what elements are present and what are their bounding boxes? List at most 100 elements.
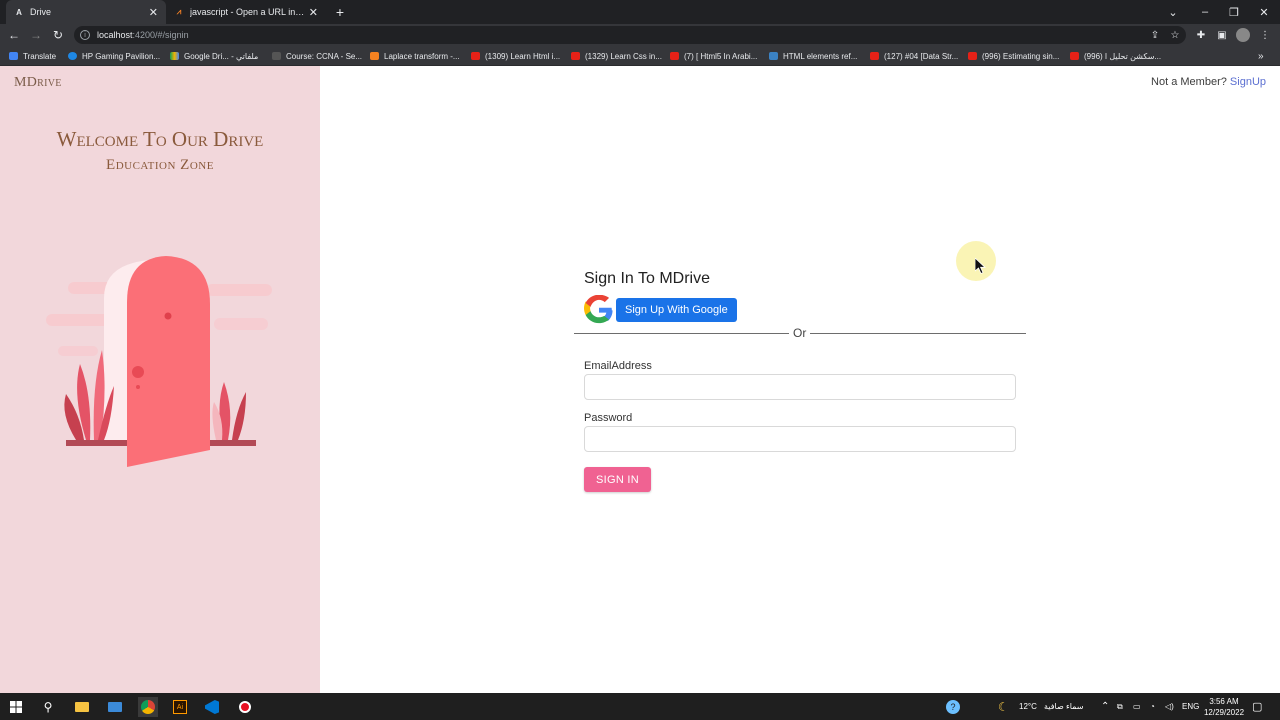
windows-taskbar: ⚲ Ai ? ☾ 12°C سماء صافية ⌃ ⧉ ▭ ◔ ◁) ENG … — [0, 693, 1280, 720]
star-icon[interactable]: ☆ — [1168, 28, 1182, 42]
translate-icon — [9, 52, 18, 60]
angular-icon: A — [16, 7, 22, 17]
minimize-icon[interactable]: – — [1190, 0, 1220, 24]
google-signup-button[interactable]: Sign Up With Google — [616, 298, 737, 322]
bookmark-item[interactable]: (127) #04 [Data Str... — [870, 46, 958, 66]
youtube-icon — [1070, 52, 1079, 60]
divider-line — [810, 333, 1026, 334]
wifi-icon[interactable]: ◔ — [1150, 693, 1155, 720]
or-text: Or — [793, 326, 807, 340]
google-logo-icon[interactable] — [584, 295, 614, 325]
illustrator-icon[interactable]: Ai — [170, 697, 190, 717]
windows-start-icon[interactable] — [6, 697, 26, 717]
window-close-icon[interactable]: ✕ — [1249, 0, 1279, 24]
notification-icon[interactable]: ▢ — [1252, 693, 1262, 720]
reload-icon[interactable]: ↻ — [50, 27, 66, 43]
side-panel-icon[interactable]: ▣ — [1215, 28, 1229, 42]
bookmark-item[interactable]: Google Dri... - ملفاتي — [170, 46, 258, 66]
bookmark-item[interactable]: (996) سكشن تحليل ا... — [1070, 46, 1161, 66]
tray-icon[interactable]: ⧉ — [1117, 693, 1123, 720]
chrome-icon[interactable] — [138, 697, 158, 717]
info-icon[interactable]: i — [80, 30, 90, 40]
google-signin-row: Sign Up With Google — [584, 295, 737, 325]
signin-title: Sign In To MDrive — [584, 270, 710, 287]
brand-logo[interactable]: MDrive — [14, 75, 62, 91]
mdn-icon — [769, 52, 778, 60]
tab-drive[interactable]: A Drive ✕ — [6, 0, 166, 24]
tray-icon[interactable]: ▭ — [1133, 693, 1141, 720]
clock[interactable]: 3:56 AM 12/29/2022 — [1204, 693, 1244, 720]
mail-icon[interactable] — [105, 697, 125, 717]
recorder-icon[interactable] — [235, 697, 255, 717]
bookmark-item[interactable]: Laplace transform -... — [370, 46, 460, 66]
tab-stackoverflow[interactable]: ⩘ javascript - Open a URL in a new ✕ — [166, 0, 326, 24]
bookmark-label: (1329) Learn Css in... — [585, 51, 662, 61]
url-path: :4200/#/signin — [132, 30, 189, 40]
profile-avatar[interactable] — [1236, 28, 1250, 42]
bookmarks-bar: Translate HP Gaming Pavilion... Google D… — [0, 46, 1280, 66]
bookmark-item[interactable]: HTML elements ref... — [769, 46, 857, 66]
youtube-icon — [471, 52, 480, 60]
help-icon[interactable]: ? — [946, 693, 960, 720]
vscode-icon[interactable] — [202, 697, 222, 717]
share-icon[interactable]: ⇪ — [1148, 28, 1162, 42]
password-field[interactable] — [584, 426, 1016, 452]
bookmark-item[interactable]: (1329) Learn Css in... — [571, 46, 662, 66]
bookmark-item[interactable]: (996) Estimating sin... — [968, 46, 1059, 66]
tab-title: Drive — [30, 7, 52, 17]
weather-text[interactable]: سماء صافية — [1044, 693, 1084, 720]
bookmark-label: Course: CCNA - Se... — [286, 51, 363, 61]
bookmark-item[interactable]: Course: CCNA - Se... — [272, 46, 362, 66]
door-illustration — [46, 256, 272, 467]
bookmark-item[interactable]: HP Gaming Pavilion... — [68, 46, 160, 66]
youtube-icon — [968, 52, 977, 60]
youtube-icon — [670, 52, 679, 60]
address-bar[interactable]: i localhost:4200/#/signin ⇪ ☆ — [74, 26, 1186, 44]
new-tab-button[interactable]: + — [330, 0, 350, 24]
clock-date: 12/29/2022 — [1203, 707, 1245, 717]
email-field[interactable] — [584, 374, 1016, 400]
bookmark-label: (996) سكشن تحليل ا... — [1084, 51, 1162, 61]
search-icon[interactable]: ⚲ — [38, 697, 58, 717]
close-icon[interactable]: ✕ — [149, 6, 158, 19]
back-icon[interactable]: ← — [6, 27, 22, 43]
welcome-subtitle: Education Zone — [106, 157, 214, 173]
bookmark-label: (127) #04 [Data Str... — [884, 51, 959, 61]
welcome-heading: Welcome To Our Drive — [56, 127, 264, 151]
youtube-icon — [571, 52, 580, 60]
language-indicator[interactable]: ENG — [1182, 693, 1199, 720]
forward-icon[interactable]: → — [28, 27, 44, 43]
left-panel: MDrive Welcome To Our Drive Education Zo… — [0, 66, 320, 693]
extensions-icon[interactable]: ✚ — [1194, 28, 1208, 42]
plus-icon: + — [335, 4, 345, 20]
or-divider: Or — [574, 326, 1026, 340]
bookmark-label: HTML elements ref... — [783, 51, 858, 61]
youtube-icon — [870, 52, 879, 60]
google-drive-icon — [170, 52, 179, 60]
file-explorer-icon[interactable] — [72, 697, 92, 717]
bookmark-item[interactable]: Translate — [9, 46, 56, 66]
bookmark-item[interactable]: (7) [ Html5 In Arabi... — [670, 46, 757, 66]
bookmark-label: Google Dri... - ملفاتي — [184, 51, 259, 61]
stackoverflow-icon: ⩘ — [176, 7, 182, 16]
bookmark-label: (1309) Learn Html i... — [485, 51, 561, 61]
weather-temp[interactable]: 12°C — [1019, 693, 1037, 720]
signup-link[interactable]: SignUp — [1230, 76, 1266, 88]
globe-icon — [68, 52, 77, 60]
signup-prompt-text: Not a Member? — [1151, 76, 1227, 88]
bookmark-label: Translate — [23, 51, 57, 61]
mouse-cursor-icon — [975, 258, 987, 274]
signup-prompt: Not a Member? SignUp — [1151, 76, 1266, 88]
browser-toolbar: ← → ↻ i localhost:4200/#/signin ⇪ ☆ ✚ ▣ … — [0, 24, 1280, 46]
chevron-right-icon[interactable]: » — [1258, 46, 1264, 66]
volume-icon[interactable]: ◁) — [1165, 693, 1174, 720]
tab-search-icon[interactable]: ⌄ — [1158, 0, 1188, 24]
signin-button[interactable]: SIGN IN — [584, 467, 651, 492]
menu-icon[interactable]: ⋮ — [1258, 28, 1272, 42]
restore-icon[interactable]: ❐ — [1219, 0, 1249, 24]
close-icon[interactable]: ✕ — [309, 6, 318, 19]
bookmark-label: Laplace transform -... — [384, 51, 460, 61]
chevron-up-icon[interactable]: ⌃ — [1101, 693, 1109, 720]
bookmark-item[interactable]: (1309) Learn Html i... — [471, 46, 560, 66]
bookmark-label: HP Gaming Pavilion... — [82, 51, 161, 61]
